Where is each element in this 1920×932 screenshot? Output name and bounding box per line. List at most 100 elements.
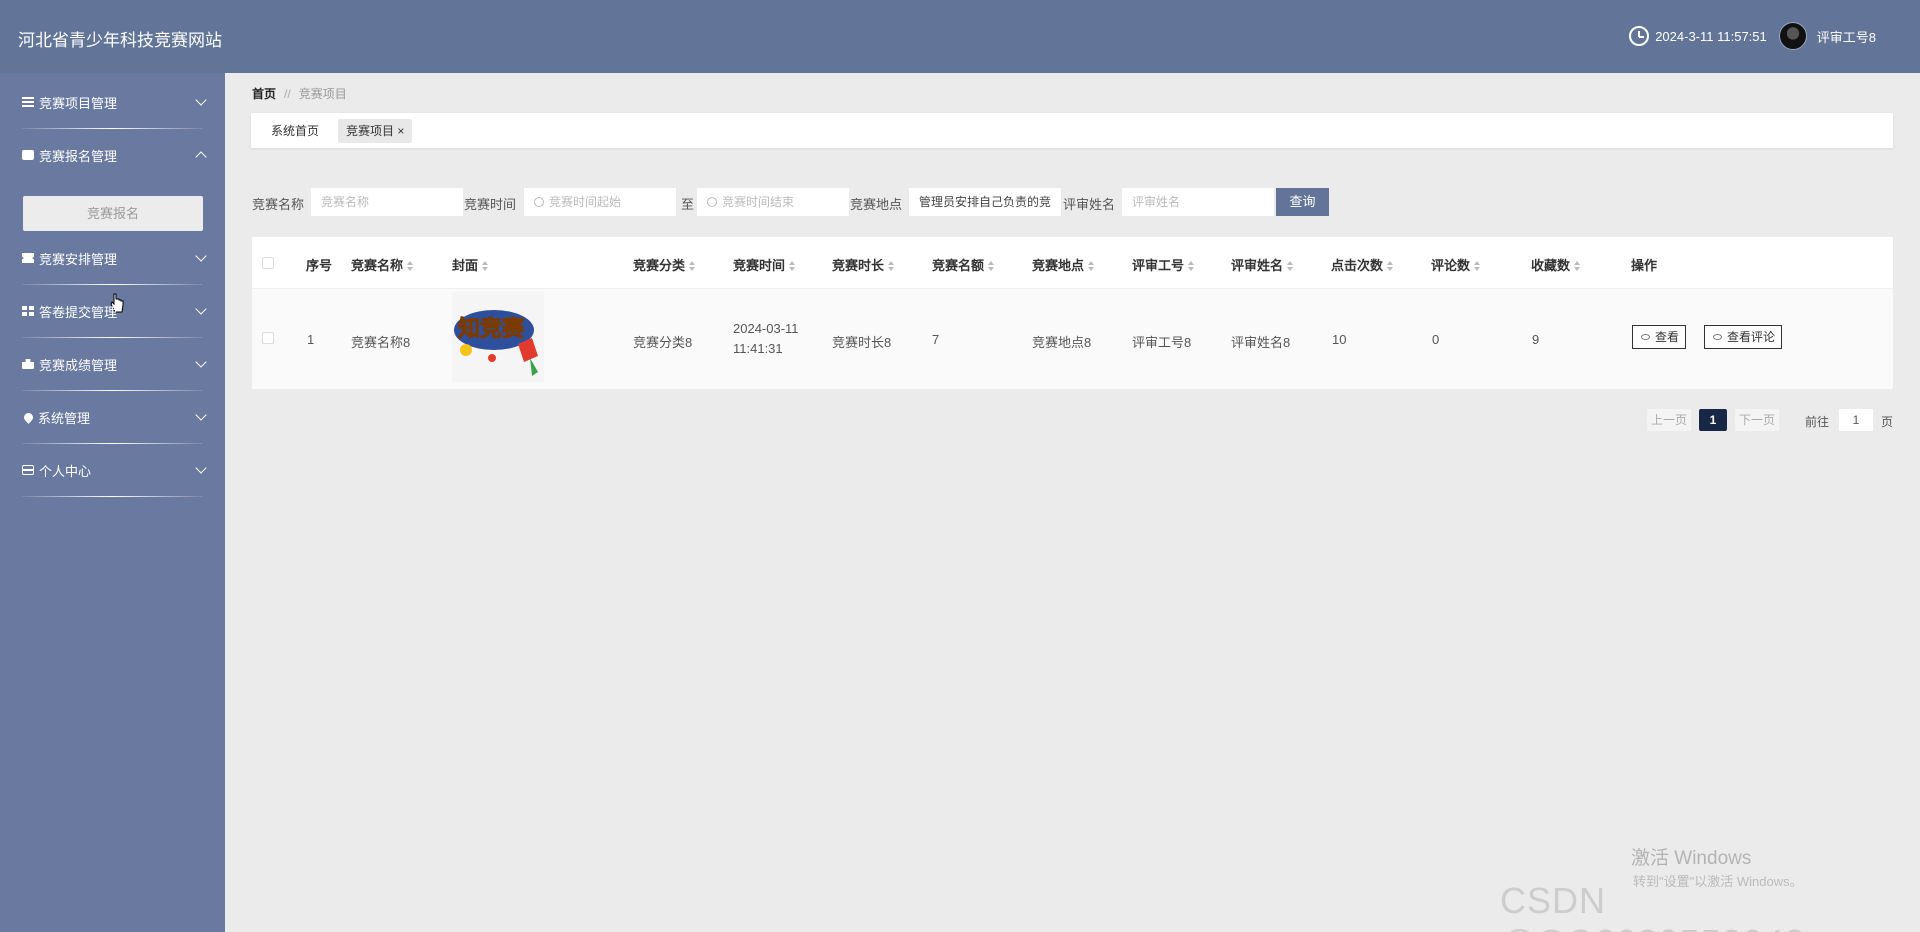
next-page-button[interactable]: 下一页 [1735, 409, 1779, 431]
sidebar-item-registration-management[interactable]: 竞赛报名管理 [0, 129, 225, 182]
csdn-watermark: CSDN @QQ2083558048 [1500, 880, 1805, 932]
sidebar-item-score-management[interactable]: 竞赛成绩管理 [0, 338, 225, 391]
query-button[interactable]: 查询 [1276, 188, 1329, 216]
cell-clicks: 10 [1332, 332, 1347, 347]
card-icon [22, 465, 34, 475]
page-1-button[interactable]: 1 [1699, 409, 1727, 431]
time-label: 竞赛时间 [464, 197, 517, 212]
chevron-down-icon [195, 94, 207, 106]
cover-image[interactable]: 知竞赛 [452, 292, 544, 382]
chevron-up-icon [195, 151, 207, 163]
sidebar: 竞赛项目管理 竞赛报名管理 竞赛报名 竞赛安排管理 答卷提交管理 竞赛成绩管理 … [0, 73, 225, 932]
sort-icon[interactable] [988, 261, 995, 271]
view-comments-button[interactable]: 查看评论 [1704, 325, 1783, 349]
sidebar-item-answer-submission[interactable]: 答卷提交管理 [0, 285, 225, 338]
col-time[interactable]: 竞赛时间 [733, 255, 796, 274]
reviewer-label: 评审姓名 [1063, 197, 1116, 212]
sidebar-item-label: 系统管理 [38, 410, 91, 426]
tab-system-home[interactable]: 系统首页 [263, 119, 327, 143]
briefcase-icon [22, 359, 34, 369]
cell-time-clock: 11:41:31 [733, 341, 783, 356]
table-row: 1 竞赛名称8 知竞赛 竞赛分类8 2024-03-11 11:41:31 竞赛… [252, 289, 1893, 389]
col-location[interactable]: 竞赛地点 [1032, 255, 1095, 274]
sort-icon[interactable] [1387, 261, 1394, 271]
col-duration[interactable]: 竞赛时长 [832, 255, 895, 274]
avatar[interactable] [1778, 22, 1807, 50]
col-clicks[interactable]: 点击次数 [1331, 255, 1394, 274]
sidebar-item-label: 竞赛报名管理 [39, 148, 118, 164]
col-reviewer-name[interactable]: 评审姓名 [1231, 255, 1294, 274]
box-icon [22, 150, 34, 160]
cell-quota: 7 [932, 332, 940, 347]
sort-icon[interactable] [1474, 261, 1481, 271]
prev-page-button[interactable]: 上一页 [1647, 409, 1691, 431]
sidebar-item-system-management[interactable]: 系统管理 [0, 391, 225, 444]
eye-icon [1641, 334, 1650, 340]
breadcrumb: 首页 // 竞赛项目 [252, 85, 347, 102]
col-index: 序号 [306, 258, 333, 273]
reviewer-input[interactable]: 评审姓名 [1122, 188, 1274, 216]
name-input[interactable]: 竞赛名称 [311, 188, 463, 216]
chevron-down-icon [195, 303, 207, 315]
to-label: 至 [681, 197, 695, 212]
col-quota[interactable]: 竞赛名额 [932, 255, 995, 274]
cell-category: 竞赛分类8 [633, 335, 693, 350]
sort-icon[interactable] [407, 261, 414, 271]
goto-page-input[interactable]: 1 [1839, 409, 1873, 431]
cell-index: 1 [307, 332, 315, 347]
sort-icon[interactable] [1287, 261, 1294, 271]
sort-icon[interactable] [1088, 261, 1095, 271]
location-select[interactable]: 管理员安排自己负责的竞 [909, 188, 1061, 216]
view-button[interactable]: 查看 [1632, 325, 1687, 349]
sort-icon[interactable] [1188, 261, 1195, 271]
cell-reviewer-id: 评审工号8 [1132, 335, 1192, 350]
cell-time-date: 2024-03-11 [733, 321, 799, 336]
eye-icon [1713, 334, 1722, 340]
chevron-down-icon [195, 356, 207, 368]
sidebar-item-project-management[interactable]: 竞赛项目管理 [0, 76, 225, 129]
sort-icon[interactable] [888, 261, 895, 271]
sidebar-item-label: 个人中心 [39, 463, 92, 479]
page-suffix-label: 页 [1881, 415, 1894, 429]
sidebar-item-label: 竞赛成绩管理 [39, 357, 118, 373]
col-category[interactable]: 竞赛分类 [633, 255, 696, 274]
sidebar-subitem-registration[interactable]: 竞赛报名 [23, 196, 203, 231]
user-name[interactable]: 评审工号8 [1817, 27, 1876, 46]
col-comments[interactable]: 评论数 [1431, 255, 1481, 274]
sidebar-item-personal-center[interactable]: 个人中心 [0, 444, 225, 497]
sort-icon[interactable] [689, 261, 696, 271]
col-favorites[interactable]: 收藏数 [1531, 255, 1581, 274]
col-cover[interactable]: 封面 [452, 255, 489, 274]
cover-picture: 知竞赛 [452, 292, 544, 382]
sidebar-item-label: 竞赛安排管理 [39, 251, 118, 267]
cell-duration: 竞赛时长8 [832, 335, 892, 350]
sort-icon[interactable] [482, 261, 489, 271]
divider [22, 496, 203, 497]
cell-time: 2024-03-11 11:41:31 [733, 319, 799, 359]
time-end-input[interactable]: 竞赛时间结束 [697, 188, 849, 216]
cell-reviewer-name: 评审姓名8 [1231, 335, 1291, 350]
breadcrumb-separator: // [284, 87, 291, 101]
time-start-input[interactable]: 竞赛时间起始 [524, 188, 676, 216]
tab-bar: 系统首页 竞赛项目 × [251, 113, 1893, 148]
sidebar-item-schedule-management[interactable]: 竞赛安排管理 [0, 232, 225, 285]
chevron-down-icon [195, 462, 207, 474]
row-checkbox[interactable] [262, 332, 274, 344]
tab-competition-projects[interactable]: 竞赛项目 × [338, 119, 413, 143]
header-right: 2024-3-11 11:57:51 评审工号8 [1629, 22, 1876, 50]
location-label: 竞赛地点 [850, 197, 903, 212]
pin-icon [22, 410, 35, 424]
sort-icon[interactable] [1574, 261, 1581, 271]
list-icon [22, 97, 34, 107]
data-table: 序号 竞赛名称 封面 竞赛分类 竞赛时间 竞赛时长 竞赛名额 竞赛地点 评审工号… [252, 237, 1893, 389]
select-all-checkbox[interactable] [262, 257, 274, 269]
svg-text:知竞赛: 知竞赛 [458, 316, 525, 342]
site-title: 河北省青少年科技竞赛网站 [18, 31, 222, 50]
breadcrumb-home[interactable]: 首页 [252, 87, 276, 101]
col-reviewer-id[interactable]: 评审工号 [1132, 255, 1195, 274]
col-name[interactable]: 竞赛名称 [351, 255, 414, 274]
cell-comments: 0 [1432, 332, 1440, 347]
chevron-down-icon [195, 250, 207, 262]
sort-icon[interactable] [789, 261, 796, 271]
name-label: 竞赛名称 [252, 197, 305, 212]
